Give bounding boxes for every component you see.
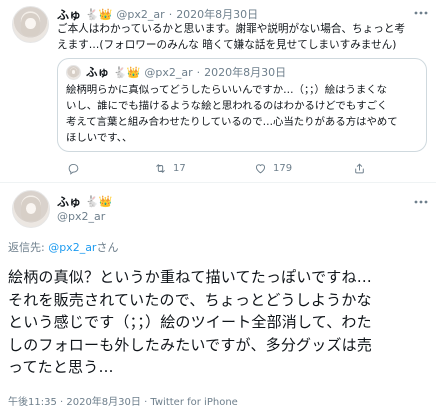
reply-to: 返信先: @px2_arさん	[8, 239, 118, 255]
avatar[interactable]	[12, 6, 49, 43]
handle[interactable]: @px2_ar	[57, 210, 105, 223]
reply-to-suffix: さん	[96, 241, 119, 254]
tweet-timestamp[interactable]: 午後11:35 · 2020年8月30日 · Twitter for iPhon…	[8, 393, 238, 408]
share-icon	[355, 163, 364, 174]
main-tweet-line: という感じです（；；）絵のツイート全部消して、わた	[8, 313, 372, 331]
retweet-count: 17	[173, 163, 186, 174]
tweet-text: ご本人はわかっているかと思います。謝罪や説明がない場合、ちょっと考 えます…(フ…	[57, 21, 429, 53]
avatar[interactable]	[12, 190, 50, 228]
like-count: 179	[273, 163, 293, 174]
reply-button[interactable]	[67, 162, 80, 175]
main-tweet-text: 絵柄の真似？というか重ねて描いてたっぽいですね… それを販売されていたので、ちょ…	[8, 266, 432, 379]
reply-icon	[68, 163, 79, 175]
like-button[interactable]: 179	[254, 162, 292, 175]
reply-to-handle[interactable]: @px2_ar	[48, 241, 96, 254]
reply-to-label: 返信先:	[8, 241, 49, 254]
tweet-date[interactable]: 2020年8月30日	[176, 6, 258, 22]
separator: ·	[196, 65, 201, 79]
quoted-handle: @px2_ar	[144, 65, 193, 79]
more-options-icon[interactable]	[414, 8, 428, 18]
separator: ·	[168, 7, 173, 21]
share-button[interactable]	[353, 162, 366, 175]
display-name[interactable]: ふゅ	[57, 193, 81, 210]
display-name[interactable]: ふゅ	[57, 6, 81, 23]
tweet-header: ふゅ 🐇👑 @px2_ar · 2020年8月30日	[57, 6, 258, 22]
main-tweet-line: しのフォローも外したみたいですが、多分グッズは売	[8, 335, 373, 354]
quoted-avatar	[66, 65, 81, 80]
quoted-text-line: 考えて言葉と組み合わせたりしているので…心当たりがある方はやめて	[66, 116, 398, 128]
tweet-text-line: ご本人はわかっているかと思います。謝罪や説明がない場合、ちょっと考	[57, 23, 406, 35]
rabbit-crown-emoji-icon: 🐇👑	[85, 194, 113, 208]
divider	[0, 182, 436, 183]
author-name-row: ふゅ 🐇👑	[57, 193, 112, 209]
retweet-button[interactable]: 17	[154, 162, 186, 175]
quoted-display-name: ふゅ	[86, 65, 109, 79]
quoted-text: 絵柄明らかに真似ってどうしたらいいんですか…（；；）絵はうまくな いし、誰にでも…	[66, 82, 421, 146]
more-options-icon[interactable]	[414, 197, 428, 207]
handle[interactable]: @px2_ar	[116, 8, 164, 21]
heart-icon	[255, 164, 266, 174]
main-tweet-line: それを販売されていたので、ちょっとどうしようかな	[8, 290, 372, 309]
rabbit-crown-emoji-icon: 🐇👑	[85, 7, 113, 21]
rabbit-crown-emoji-icon: 🐇👑	[113, 65, 141, 79]
main-tweet-line: 絵柄の真似？というか重ねて描いてたっぽいですね…	[8, 268, 372, 286]
quoted-header: ふゅ 🐇👑 @px2_ar · 2020年8月30日	[86, 64, 286, 80]
tweet-text-line: えます…(フォロワーのみんな 暗くて嫌な話を見せてしまいすみません)	[57, 39, 397, 51]
main-tweet-line: ってたと思う…	[8, 358, 114, 376]
quoted-date: 2020年8月30日	[204, 66, 287, 79]
quoted-text-line: ほしいです、、	[66, 132, 133, 144]
retweet-icon	[156, 164, 165, 173]
quoted-text-line: いし、誰にでも描けるような絵と思われるのはわかるけどでもすごく	[66, 100, 388, 112]
quoted-text-line: 絵柄明らかに真似ってどうしたらいいんですか…（；；）絵はうまくな	[66, 84, 388, 96]
